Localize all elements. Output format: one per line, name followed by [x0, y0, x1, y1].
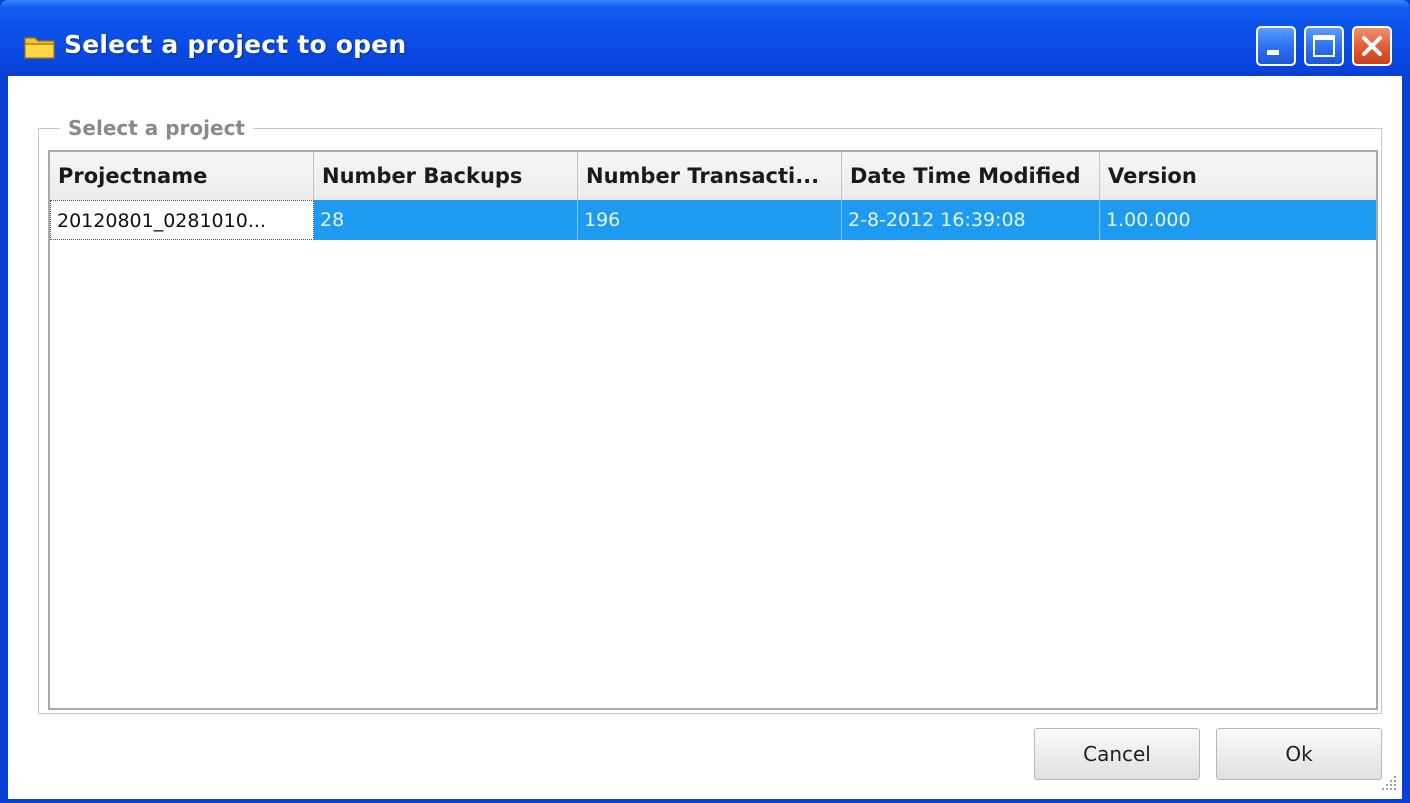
window-title: Select a project to open	[64, 30, 407, 59]
column-header-date-time-modified[interactable]: Date Time Modified	[842, 152, 1100, 200]
ok-button[interactable]: Ok	[1216, 728, 1382, 780]
table-header: Projectname Number Backups Number Transa…	[50, 152, 1376, 201]
projects-table[interactable]: Projectname Number Backups Number Transa…	[48, 150, 1378, 710]
close-button[interactable]	[1352, 26, 1392, 66]
cell-projectname[interactable]: 20120801_0281010...	[50, 200, 314, 240]
close-icon	[1362, 36, 1382, 56]
cell-number-transactions[interactable]: 196	[578, 200, 842, 240]
column-header-number-backups[interactable]: Number Backups	[314, 152, 578, 200]
minimize-icon	[1267, 50, 1279, 55]
minimize-button[interactable]	[1256, 26, 1296, 66]
cell-date-time-modified[interactable]: 2-8-2012 16:39:08	[842, 200, 1100, 240]
groupbox-legend: Select a project	[60, 116, 253, 140]
column-header-number-transactions[interactable]: Number Transacti...	[578, 152, 842, 200]
title-bar[interactable]: Select a project to open	[0, 0, 1410, 76]
column-header-projectname[interactable]: Projectname	[50, 152, 314, 200]
cancel-button[interactable]: Cancel	[1034, 728, 1200, 780]
resize-grip-icon[interactable]	[1380, 774, 1398, 792]
maximize-icon	[1313, 35, 1335, 57]
maximize-button[interactable]	[1304, 26, 1344, 66]
table-row[interactable]: 20120801_0281010... 28 196 2-8-2012 16:3…	[50, 200, 1376, 240]
column-header-version[interactable]: Version	[1100, 152, 1376, 200]
cell-version[interactable]: 1.00.000	[1100, 200, 1376, 240]
cell-number-backups[interactable]: 28	[314, 200, 578, 240]
folder-icon	[24, 34, 56, 60]
